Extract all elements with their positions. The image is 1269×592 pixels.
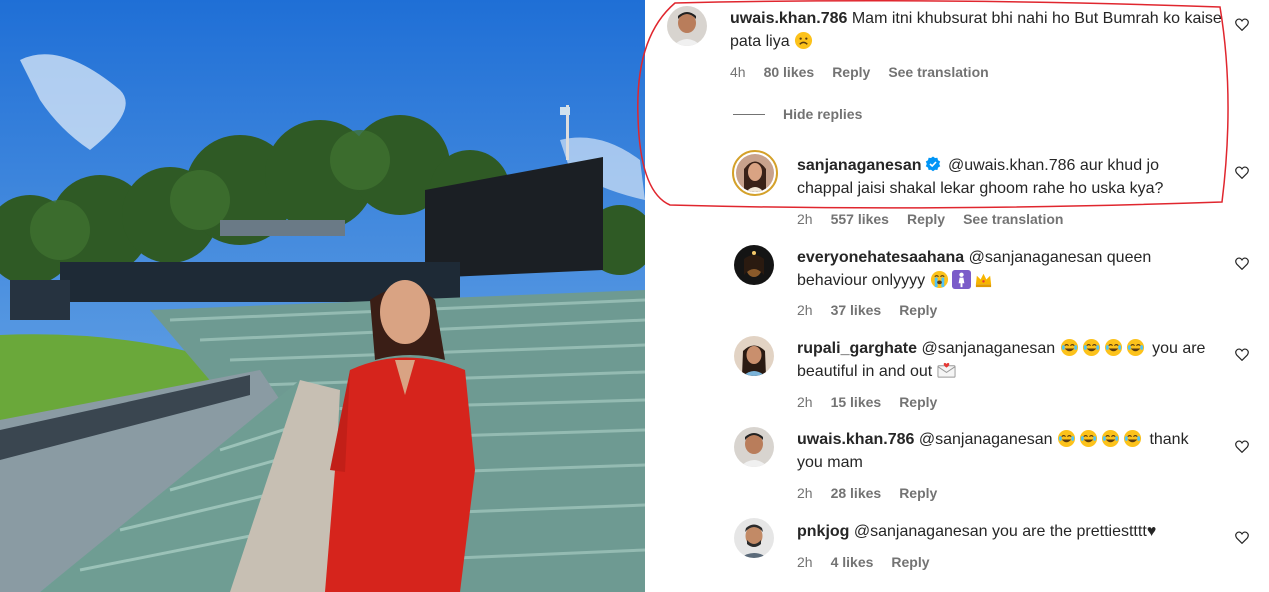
- avatar[interactable]: [734, 518, 774, 558]
- likes-count[interactable]: 557 likes: [831, 211, 889, 227]
- comment-meta: 2h 15 likes Reply: [797, 394, 937, 410]
- comment-meta: 2h 28 likes Reply: [797, 485, 937, 501]
- avatar[interactable]: [667, 6, 707, 46]
- heart-outline-icon[interactable]: [1235, 18, 1249, 31]
- joy-icon: [1057, 429, 1076, 448]
- joy-icon: [1082, 338, 1101, 357]
- username[interactable]: rupali_garghate: [797, 340, 917, 357]
- comment-body: everyonehatesaahana @sanjanaganesan quee…: [797, 246, 1217, 292]
- username[interactable]: everyonehatesaahana: [797, 249, 964, 266]
- reply-button[interactable]: Reply: [907, 211, 945, 227]
- love-letter-icon: [937, 361, 956, 380]
- comment-time: 2h: [797, 554, 813, 570]
- likes-count[interactable]: 4 likes: [831, 554, 874, 570]
- username[interactable]: uwais.khan.786: [730, 10, 847, 27]
- avatar[interactable]: [734, 427, 774, 467]
- joy-icon: [1079, 429, 1098, 448]
- comment-text: @sanjanaganesan you are the prettiestttt…: [853, 523, 1157, 540]
- avatar[interactable]: [734, 245, 774, 285]
- comment-text: @sanjanaganesan: [918, 431, 1053, 448]
- sad-face-icon: [794, 31, 813, 50]
- reply-button[interactable]: Reply: [891, 554, 929, 570]
- comment-body: uwais.khan.786 @sanjanaganesan thank you…: [797, 428, 1217, 474]
- heart-outline-icon[interactable]: [1235, 531, 1249, 544]
- divider-line: [733, 113, 765, 115]
- reply-button[interactable]: Reply: [899, 394, 937, 410]
- heart-outline-icon[interactable]: [1235, 348, 1249, 361]
- username[interactable]: uwais.khan.786: [797, 431, 914, 448]
- reply-button[interactable]: Reply: [832, 64, 870, 80]
- joy-icon: [1104, 338, 1123, 357]
- comment-time: 2h: [797, 485, 813, 501]
- username[interactable]: sanjanaganesan: [797, 157, 922, 174]
- post-photo: [0, 0, 645, 592]
- comment-meta: 2h 4 likes Reply: [797, 554, 930, 570]
- comment-text: @sanjanaganesan: [921, 340, 1056, 357]
- joy-icon: [1126, 338, 1145, 357]
- joy-icon: [1123, 429, 1142, 448]
- avatar[interactable]: [734, 336, 774, 376]
- likes-count[interactable]: 37 likes: [831, 302, 882, 318]
- comment-meta: 4h 80 likes Reply See translation: [730, 64, 989, 80]
- woman-standing-icon: [951, 270, 971, 289]
- crown-icon: [974, 270, 993, 289]
- avatar[interactable]: [732, 150, 778, 196]
- hide-replies-label: Hide replies: [783, 106, 863, 122]
- verified-badge-icon: [925, 156, 940, 172]
- reply-button[interactable]: Reply: [899, 485, 937, 501]
- comment-time: 2h: [797, 302, 813, 318]
- joy-icon: [1101, 429, 1120, 448]
- heart-outline-icon[interactable]: [1235, 257, 1249, 270]
- likes-count[interactable]: 80 likes: [764, 64, 815, 80]
- joy-icon: [1060, 338, 1079, 357]
- heart-outline-icon[interactable]: [1235, 166, 1249, 179]
- comments-panel: uwais.khan.786 Mam itni khubsurat bhi na…: [637, 0, 1269, 592]
- see-translation-button[interactable]: See translation: [888, 64, 988, 80]
- likes-count[interactable]: 28 likes: [831, 485, 882, 501]
- likes-count[interactable]: 15 likes: [831, 394, 882, 410]
- comment-body: uwais.khan.786 Mam itni khubsurat bhi na…: [730, 7, 1225, 53]
- comment-time: 2h: [797, 211, 813, 227]
- username[interactable]: pnkjog: [797, 523, 849, 540]
- reply-button[interactable]: Reply: [899, 302, 937, 318]
- comment-time: 2h: [797, 394, 813, 410]
- see-translation-button[interactable]: See translation: [963, 211, 1063, 227]
- heart-outline-icon[interactable]: [1235, 440, 1249, 453]
- comment-meta: 2h 557 likes Reply See translation: [797, 211, 1063, 227]
- comment-meta: 2h 37 likes Reply: [797, 302, 937, 318]
- comment-body: pnkjog @sanjanaganesan you are the prett…: [797, 520, 1217, 543]
- comment-time: 4h: [730, 64, 746, 80]
- crying-face-icon: [930, 270, 949, 289]
- comment-body: rupali_garghate @sanjanaganesan you are …: [797, 337, 1217, 383]
- comment-body: sanjanaganesan @uwais.khan.786 aur khud …: [797, 154, 1217, 200]
- hide-replies-button[interactable]: Hide replies: [733, 106, 862, 122]
